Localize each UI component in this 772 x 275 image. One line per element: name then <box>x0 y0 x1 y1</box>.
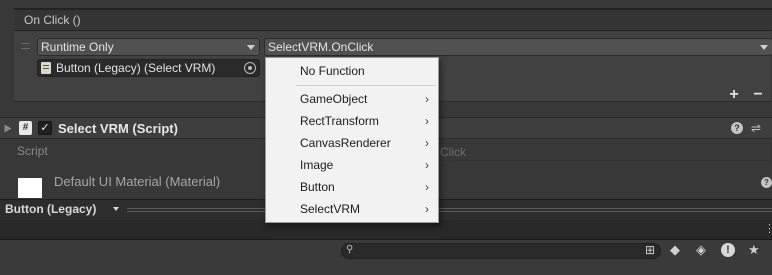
object-field-label: Button (Legacy) (Select VRM) <box>56 61 216 75</box>
material-thumbnail[interactable] <box>18 178 42 198</box>
search-options-icon[interactable]: ⊞ <box>645 243 655 257</box>
script-label: Script <box>17 144 48 158</box>
menu-item-no-function[interactable]: No Function <box>266 60 438 82</box>
favorite-star-icon[interactable]: ★ <box>748 243 760 257</box>
runtime-dropdown-label: Runtime Only <box>41 40 114 54</box>
preview-title[interactable]: Button (Legacy) <box>5 202 96 216</box>
resize-splitter[interactable] <box>127 208 772 212</box>
menu-item-canvasrenderer[interactable]: CanvasRenderer › <box>266 132 438 154</box>
menu-item-label: Image <box>300 158 334 172</box>
menu-item-gameobject[interactable]: GameObject › <box>266 88 438 110</box>
runtime-dropdown[interactable]: Runtime Only <box>37 38 260 56</box>
function-menu: No Function GameObject › RectTransform ›… <box>265 57 439 223</box>
menu-item-button[interactable]: Button › <box>266 176 438 198</box>
menu-item-label: SelectVRM <box>300 202 361 216</box>
filter-label-icon[interactable]: ◈ <box>696 243 706 257</box>
script-file-icon <box>41 62 51 74</box>
chevron-down-icon <box>760 45 768 50</box>
event-header <box>14 9 772 31</box>
material-label: Default UI Material (Material) <box>54 174 221 189</box>
chevron-right-icon: › <box>425 158 429 172</box>
chevron-right-icon: › <box>425 136 429 150</box>
search-icon: ⚲ <box>346 244 354 255</box>
warning-icon[interactable]: ! <box>721 243 735 257</box>
menu-item-label: RectTransform <box>300 114 379 128</box>
menu-item-label: Button <box>300 180 335 194</box>
chevron-right-icon: › <box>425 180 429 194</box>
help-icon[interactable]: ? <box>731 122 743 134</box>
script-field-value: Click <box>440 145 466 159</box>
menu-item-image[interactable]: Image › <box>266 154 438 176</box>
add-listener-button[interactable]: + <box>723 86 745 104</box>
csharp-script-icon: # <box>19 121 32 135</box>
chevron-right-icon: › <box>425 202 429 216</box>
chevron-down-icon[interactable] <box>113 207 119 211</box>
menu-item-label: GameObject <box>300 92 368 106</box>
event-title: On Click () <box>24 13 81 27</box>
menu-item-selectvrm[interactable]: SelectVRM › <box>266 198 438 220</box>
component-title: Select VRM (Script) <box>58 121 178 136</box>
method-dropdown-label: SelectVRM.OnClick <box>268 40 374 54</box>
settings-icon[interactable]: ⇌ <box>751 122 761 134</box>
filter-type-icon[interactable]: ◆ <box>670 243 680 257</box>
method-dropdown[interactable]: SelectVRM.OnClick <box>264 38 772 56</box>
component-enabled-checkbox[interactable]: ✓ <box>38 121 52 135</box>
chevron-down-icon <box>247 45 255 50</box>
panel-menu-icon[interactable]: ⋮ <box>764 222 772 235</box>
object-field[interactable]: Button (Legacy) (Select VRM) <box>37 59 260 77</box>
chevron-right-icon: › <box>425 92 429 106</box>
foldout-arrow-icon[interactable] <box>4 124 12 133</box>
menu-separator <box>296 85 436 86</box>
drag-handle-icon[interactable] <box>21 43 30 49</box>
remove-listener-button[interactable]: − <box>747 86 769 104</box>
menu-item-label: CanvasRenderer <box>300 136 391 150</box>
top-divider <box>14 0 772 9</box>
menu-item-recttransform[interactable]: RectTransform › <box>266 110 438 132</box>
help-icon[interactable]: ? <box>761 177 772 188</box>
chevron-right-icon: › <box>425 114 429 128</box>
menu-item-label: No Function <box>300 64 365 78</box>
object-picker-icon[interactable] <box>244 62 256 74</box>
search-input[interactable] <box>341 243 661 259</box>
panel-tab-bar <box>0 220 772 240</box>
